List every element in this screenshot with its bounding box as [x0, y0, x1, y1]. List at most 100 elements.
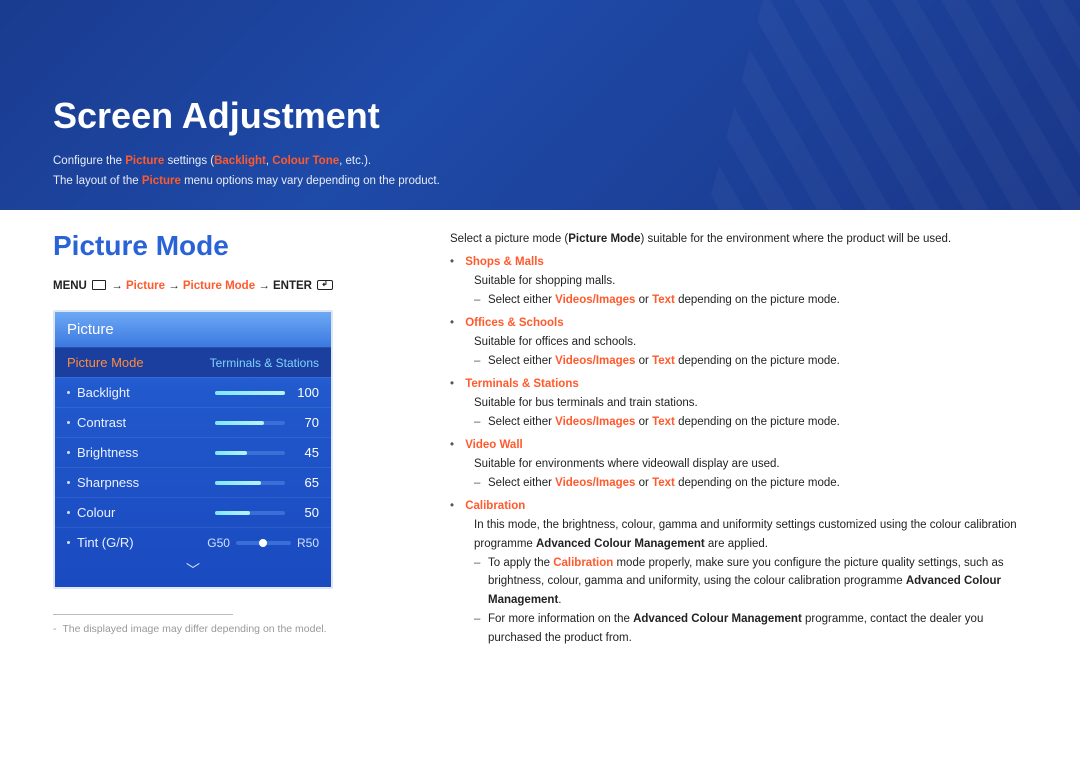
- bullet-icon: [67, 481, 70, 484]
- mode-name: Terminals & Stations: [465, 378, 579, 390]
- text: Text: [652, 416, 675, 428]
- bullet-icon: [67, 511, 70, 514]
- mode-name: Offices & Schools: [465, 317, 563, 329]
- osd-slider-row[interactable]: Contrast 70: [55, 407, 331, 437]
- osd-slider[interactable]: [215, 421, 285, 425]
- slider-fill: [215, 451, 247, 455]
- divider: [53, 614, 233, 615]
- menu-icon: [92, 280, 106, 290]
- bullet-icon: •: [450, 314, 462, 333]
- text: Videos/Images: [555, 294, 635, 306]
- text: The layout of the: [53, 175, 142, 187]
- osd-picture-mode-row[interactable]: Picture Mode Terminals & Stations: [55, 347, 331, 377]
- mode-item: • Video Wall Suitable for environments wh…: [450, 436, 1030, 493]
- mode-name: Video Wall: [465, 439, 523, 451]
- text: Select either: [488, 355, 555, 367]
- osd-item-label: Sharpness: [77, 475, 139, 490]
- mode-name: Shops & Malls: [465, 256, 544, 268]
- chevron-down-icon[interactable]: ﹀: [55, 557, 331, 587]
- page-title: Screen Adjustment: [53, 95, 380, 137]
- bullet-icon: [67, 541, 70, 544]
- slider-fill: [215, 421, 264, 425]
- bullet-icon: •: [450, 375, 462, 394]
- text: Videos/Images: [555, 355, 635, 367]
- osd-item-value: 100: [291, 385, 319, 400]
- mode-item: • Offices & Schools Suitable for offices …: [450, 314, 1030, 371]
- osd-tint-g: G50: [207, 536, 230, 550]
- text: , etc.).: [339, 155, 371, 167]
- osd-item-value: 45: [291, 445, 319, 460]
- text: Text: [652, 294, 675, 306]
- text: or: [635, 294, 652, 306]
- mode-name: Calibration: [465, 500, 525, 512]
- text: or: [635, 477, 652, 489]
- text: Picture: [142, 175, 181, 187]
- bullet-icon: [67, 451, 70, 454]
- enter-icon: [317, 280, 333, 290]
- osd-tint-label: Tint (G/R): [77, 535, 134, 550]
- slider-thumb-icon: [259, 539, 267, 547]
- osd-slider[interactable]: [215, 481, 285, 485]
- osd-item-value: 70: [291, 415, 319, 430]
- slider-fill: [215, 391, 285, 395]
- bullet-icon: •: [450, 436, 462, 455]
- page-subtitle: Configure the Picture settings (Backligh…: [53, 152, 440, 191]
- mode-item: • Shops & MallsSuitable for shopping mal…: [450, 253, 1030, 310]
- breadcrumb-enter: ENTER: [273, 280, 312, 292]
- text: Videos/Images: [555, 477, 635, 489]
- osd-slider[interactable]: [215, 451, 285, 455]
- osd-item-value: 50: [291, 505, 319, 520]
- slider-fill: [215, 481, 261, 485]
- text: menu options may vary depending on the p…: [181, 175, 440, 187]
- text: Colour Tone: [272, 155, 339, 167]
- osd-tint-r: R50: [297, 536, 319, 550]
- osd-item-label: Contrast: [77, 415, 126, 430]
- text: or: [635, 355, 652, 367]
- right-column: Select a picture mode (Picture Mode) sui…: [450, 230, 1030, 648]
- sub-item: Select either Videos/Images or Text depe…: [488, 413, 1030, 432]
- osd-slider[interactable]: [215, 511, 285, 515]
- arrow-icon: →: [258, 280, 270, 292]
- bullet-icon: [67, 421, 70, 424]
- text: Text: [652, 355, 675, 367]
- text: Select a picture mode (: [450, 233, 568, 245]
- osd-slider-row[interactable]: Backlight100: [55, 377, 331, 407]
- text: depending on the picture mode.: [675, 294, 840, 306]
- arrow-icon: →: [111, 280, 123, 292]
- text: The displayed image may differ depending…: [62, 623, 326, 635]
- mode-item: • Terminals & StationsSuitable for bus t…: [450, 375, 1030, 432]
- osd-slider-row[interactable]: Brightness 45: [55, 437, 331, 467]
- osd-slider[interactable]: [215, 391, 285, 395]
- slider-fill: [215, 511, 250, 515]
- text: Picture: [125, 155, 164, 167]
- osd-item-label: Brightness: [77, 445, 138, 460]
- osd-slider-row[interactable]: Colour50: [55, 497, 331, 527]
- osd-item-value: 65: [291, 475, 319, 490]
- text: depending on the picture mode.: [675, 416, 840, 428]
- mode-desc: Suitable for offices and schools.: [474, 333, 1030, 352]
- breadcrumb-menu: MENU: [53, 280, 87, 292]
- text: Backlight: [214, 155, 266, 167]
- text: settings (: [164, 155, 214, 167]
- text: Select either: [488, 294, 555, 306]
- text: Picture Mode: [568, 233, 640, 245]
- osd-mode-value: Terminals & Stations: [210, 356, 319, 370]
- breadcrumb-step: Picture Mode: [183, 280, 255, 292]
- intro-text: Select a picture mode (Picture Mode) sui…: [450, 230, 1030, 249]
- osd-tint-row[interactable]: Tint (G/R) G50 R50: [55, 527, 331, 557]
- osd-slider-row[interactable]: Sharpness 65: [55, 467, 331, 497]
- osd-panel: Picture Picture Mode Terminals & Station…: [53, 310, 333, 589]
- sub-item: To apply the Calibration mode properly, …: [488, 554, 1030, 611]
- text: Videos/Images: [555, 416, 635, 428]
- arrow-icon: →: [168, 280, 180, 292]
- breadcrumb-step: Picture: [126, 280, 165, 292]
- text: Select either: [488, 477, 555, 489]
- mode-desc: Suitable for environments where videowal…: [474, 455, 1030, 474]
- bullet-icon: •: [450, 253, 462, 272]
- sub-item: Select either Videos/Images or Text depe…: [488, 474, 1030, 493]
- bullet-icon: •: [450, 497, 462, 516]
- sub-item: Select either Videos/Images or Text depe…: [488, 291, 1030, 310]
- sub-item: For more information on the Advanced Col…: [488, 610, 1030, 648]
- osd-tint-slider[interactable]: [236, 541, 291, 545]
- text: Text: [652, 477, 675, 489]
